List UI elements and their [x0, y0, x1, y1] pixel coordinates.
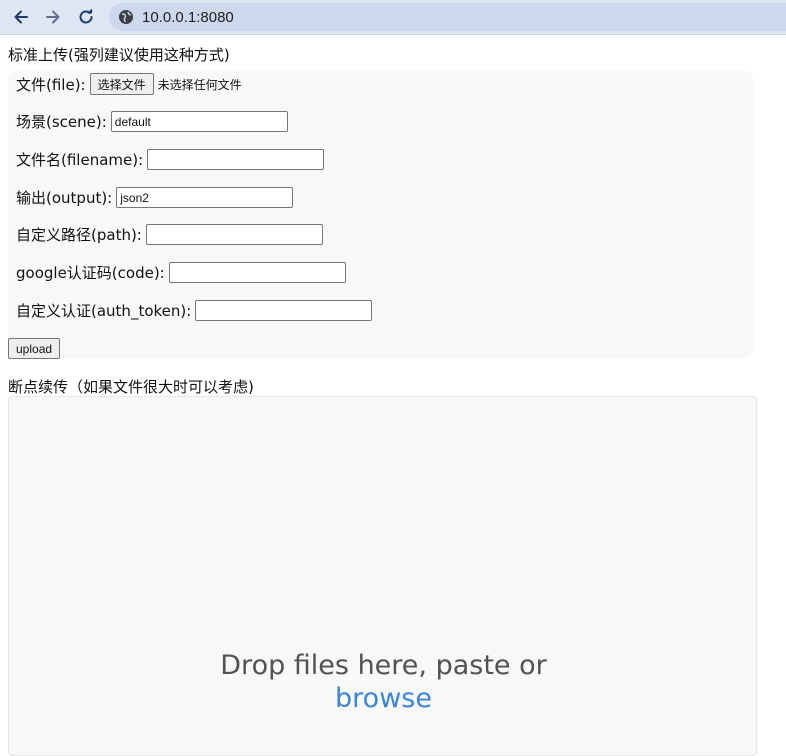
code-input[interactable] — [168, 262, 346, 283]
filename-label: 文件名(filename): — [16, 151, 144, 169]
file-label: 文件(file): — [16, 75, 86, 94]
file-status-text: 未选择任何文件 — [157, 77, 242, 92]
scene-label: 场景(scene): — [16, 113, 107, 131]
browse-link[interactable]: browse — [9, 683, 758, 714]
scene-row: 场景(scene): default — [16, 111, 288, 132]
browser-toolbar: 10.0.0.1:8080 — [0, 0, 786, 35]
arrow-right-icon — [46, 10, 60, 24]
auth-token-label: 自定义认证(auth_token): — [16, 302, 192, 320]
standard-upload-title: 标准上传(强列建议使用这种方式) — [8, 46, 230, 64]
url-text[interactable]: 10.0.0.1:8080 — [142, 9, 234, 26]
output-row: 输出(output): json2 — [16, 187, 294, 208]
scene-input[interactable]: default — [110, 111, 288, 132]
path-label: 自定义路径(path): — [16, 226, 142, 244]
site-info-icon[interactable] — [118, 9, 134, 25]
arrow-left-icon — [14, 10, 28, 24]
auth-token-input[interactable] — [195, 300, 373, 321]
back-button[interactable] — [8, 5, 34, 29]
path-input[interactable] — [145, 224, 323, 245]
reload-button[interactable] — [73, 5, 99, 29]
filename-row: 文件名(filename): — [16, 149, 325, 170]
resumable-upload-title: 断点续传（如果文件很大时可以考虑) — [8, 378, 254, 396]
code-label: google认证码(code): — [16, 264, 165, 282]
output-label: 输出(output): — [16, 189, 113, 207]
standard-upload-form: 文件(file): 选择文件 未选择任何文件 场景(scene): defaul… — [8, 71, 753, 359]
forward-button[interactable] — [40, 5, 66, 29]
drop-hint-text: Drop files here, paste or — [220, 650, 547, 681]
address-bar[interactable]: 10.0.0.1:8080 — [109, 3, 786, 31]
reload-icon — [79, 9, 93, 24]
output-input[interactable]: json2 — [116, 187, 294, 208]
code-row: google认证码(code): — [16, 262, 346, 283]
choose-file-button[interactable]: 选择文件 — [89, 73, 154, 95]
upload-button[interactable]: upload — [8, 338, 61, 359]
file-row: 文件(file): 选择文件 未选择任何文件 — [16, 73, 242, 95]
filename-input[interactable] — [147, 149, 325, 170]
auth-token-row: 自定义认证(auth_token): — [16, 300, 373, 321]
path-row: 自定义路径(path): — [16, 224, 323, 245]
file-drop-zone[interactable]: Drop files here, paste or browse — [8, 396, 757, 756]
